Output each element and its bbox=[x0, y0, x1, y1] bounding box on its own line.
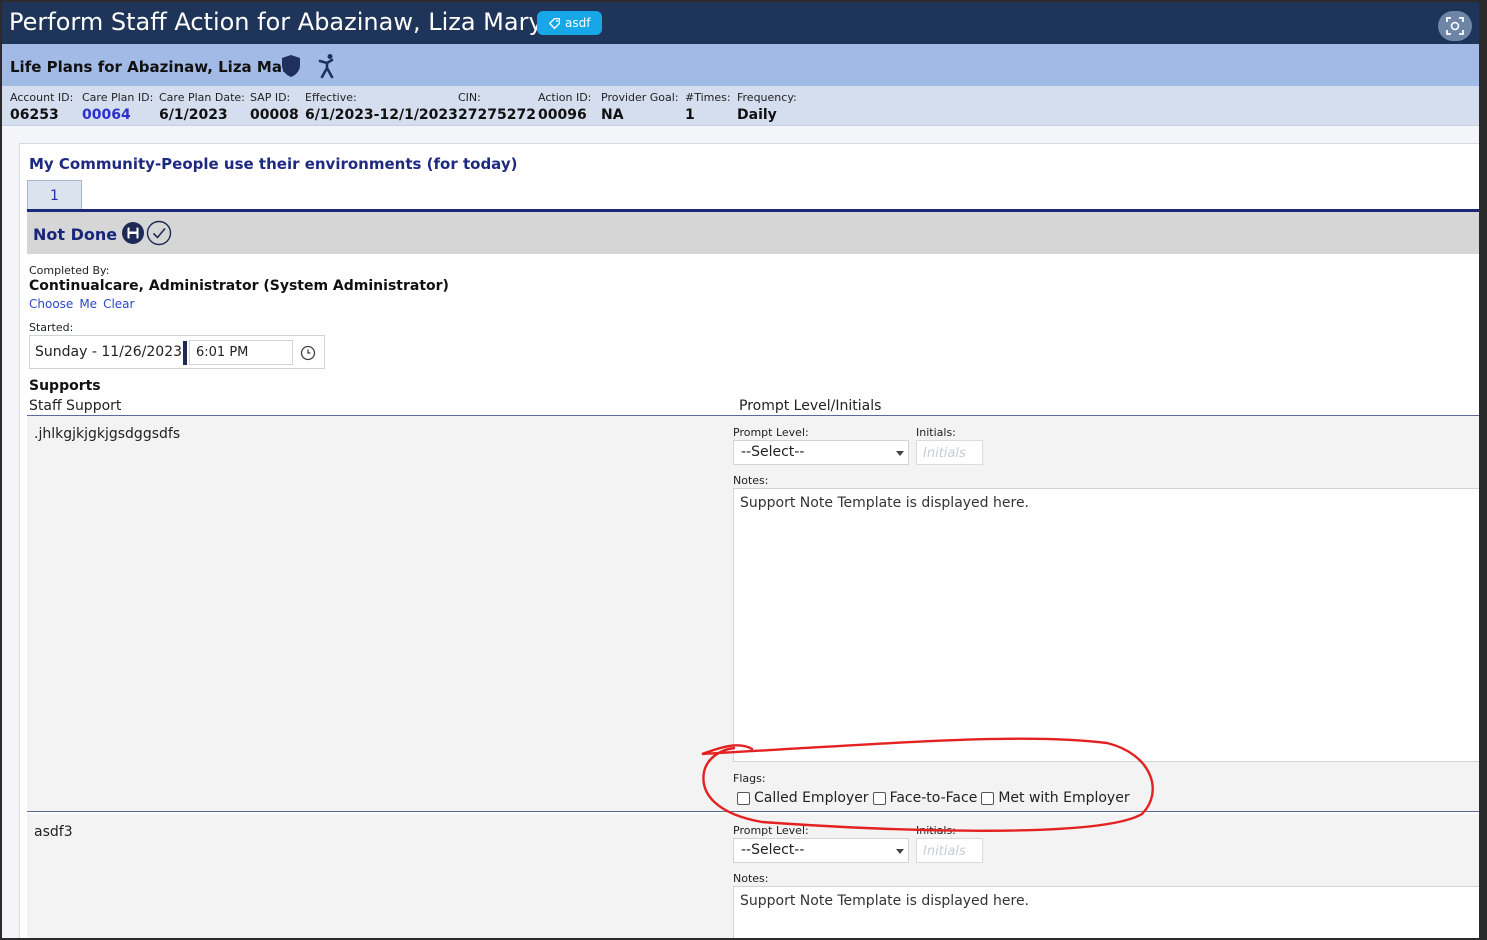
flags-label: Flags: bbox=[733, 772, 766, 785]
support-row: asdf3 Prompt Level: Initials: --Select--… bbox=[27, 814, 1479, 938]
title-bar: Perform Staff Action for Abazinaw, Liza … bbox=[2, 2, 1479, 44]
flag-face-to-face[interactable]: Face-to-Face bbox=[872, 790, 977, 806]
prompt-level-label: Prompt Level: bbox=[733, 824, 809, 837]
checkbox[interactable] bbox=[981, 791, 995, 805]
prompt-level-label: Prompt Level: bbox=[733, 426, 809, 439]
life-plan-header: Life Plans for Abazinaw, Liza Mary bbox=[2, 44, 1479, 86]
care-plan-id-link[interactable]: 00064 bbox=[82, 107, 153, 123]
info-care-plan-id: Care Plan ID: 00064 bbox=[82, 91, 154, 123]
info-cin: CIN: 27275272 bbox=[458, 91, 536, 123]
info-account-id: Account ID: 06253 bbox=[10, 91, 74, 123]
notes-label: Notes: bbox=[733, 474, 769, 487]
info-provider-goal: Provider Goal: NA bbox=[601, 91, 679, 123]
prompt-level-value: --Select-- bbox=[741, 444, 805, 460]
flag-called-employer[interactable]: Called Employer bbox=[737, 790, 869, 806]
column-prompt-level: Prompt Level/Initials bbox=[739, 398, 882, 414]
initials-input[interactable]: Initials bbox=[916, 440, 983, 465]
goal-panel: My Community-People use their environmen… bbox=[19, 143, 1479, 938]
app-window: Perform Staff Action for Abazinaw, Liza … bbox=[2, 2, 1479, 938]
chevron-down-icon bbox=[896, 451, 904, 456]
supports-title: Supports bbox=[29, 378, 101, 394]
status-bar: Not Done bbox=[27, 212, 1479, 254]
page-title: Perform Staff Action for Abazinaw, Liza … bbox=[9, 8, 543, 36]
tab-1[interactable]: 1 bbox=[27, 180, 82, 210]
prompt-level-value: --Select-- bbox=[741, 842, 805, 858]
clock-icon[interactable] bbox=[300, 345, 316, 361]
shield-icon[interactable] bbox=[281, 54, 301, 78]
completed-by-name: Continualcare, Administrator (System Adm… bbox=[29, 278, 449, 294]
info-sap-id: SAP ID: 00008 bbox=[250, 91, 299, 123]
tag-badge[interactable]: asdf bbox=[537, 11, 603, 35]
prompt-level-select[interactable]: --Select-- bbox=[733, 440, 909, 465]
completed-by-label: Completed By: bbox=[29, 264, 110, 277]
checkbox[interactable] bbox=[737, 791, 750, 805]
chevron-down-icon bbox=[896, 849, 904, 854]
flag-met-with-employer[interactable]: Met with Employer bbox=[981, 790, 1130, 806]
prompt-level-select[interactable]: --Select-- bbox=[733, 838, 909, 863]
check-circle-icon[interactable] bbox=[146, 220, 172, 246]
info-frequency: Frequency: Daily bbox=[737, 91, 797, 123]
person-activity-icon[interactable] bbox=[315, 53, 339, 79]
info-care-plan-date: Care Plan Date: 6/1/2023 bbox=[159, 91, 245, 123]
save-icon[interactable] bbox=[121, 221, 145, 245]
initials-input[interactable]: Initials bbox=[916, 838, 983, 863]
initials-label: Initials: bbox=[916, 426, 956, 439]
status-text: Not Done bbox=[33, 225, 118, 244]
info-times: #Times: 1 bbox=[685, 91, 731, 123]
flags-group: Called Employer Face-to-Face Met with Em… bbox=[737, 790, 1134, 806]
notes-textarea[interactable]: Support Note Template is displayed here. bbox=[733, 488, 1479, 762]
started-date[interactable]: Sunday - 11/26/2023: bbox=[35, 344, 187, 360]
tag-icon bbox=[548, 17, 561, 29]
life-plan-title: Life Plans for Abazinaw, Liza Mary bbox=[10, 58, 300, 76]
started-datetime: Sunday - 11/26/2023: bbox=[29, 335, 325, 369]
completed-by-links: Choose Me Clear bbox=[29, 297, 140, 311]
support-name: .jhlkgjkjgkjgsdggsdfs bbox=[34, 426, 181, 442]
started-label: Started: bbox=[29, 321, 74, 334]
care-plan-info: Account ID: 06253 Care Plan ID: 00064 Ca… bbox=[2, 86, 1479, 126]
screenshot-button[interactable] bbox=[1438, 11, 1472, 41]
clear-link[interactable]: Clear bbox=[103, 297, 134, 311]
support-row: .jhlkgjkjgkjgsdggsdfs Prompt Level: Init… bbox=[27, 416, 1479, 812]
choose-link[interactable]: Choose bbox=[29, 297, 73, 311]
scan-icon bbox=[1446, 17, 1464, 35]
started-time-input[interactable] bbox=[189, 340, 293, 365]
column-staff-support: Staff Support bbox=[29, 398, 122, 414]
info-action-id: Action ID: 00096 bbox=[538, 91, 592, 123]
notes-textarea[interactable]: Support Note Template is displayed here. bbox=[733, 886, 1479, 938]
goal-title: My Community-People use their environmen… bbox=[29, 155, 518, 173]
checkbox[interactable] bbox=[872, 791, 886, 805]
support-name: asdf3 bbox=[34, 824, 73, 840]
initials-label: Initials: bbox=[916, 824, 956, 837]
tag-label: asdf bbox=[565, 16, 591, 30]
notes-label: Notes: bbox=[733, 872, 769, 885]
me-link[interactable]: Me bbox=[79, 297, 97, 311]
info-effective: Effective: 6/1/2023-12/1/2023 bbox=[305, 91, 458, 123]
text-cursor bbox=[183, 341, 187, 365]
